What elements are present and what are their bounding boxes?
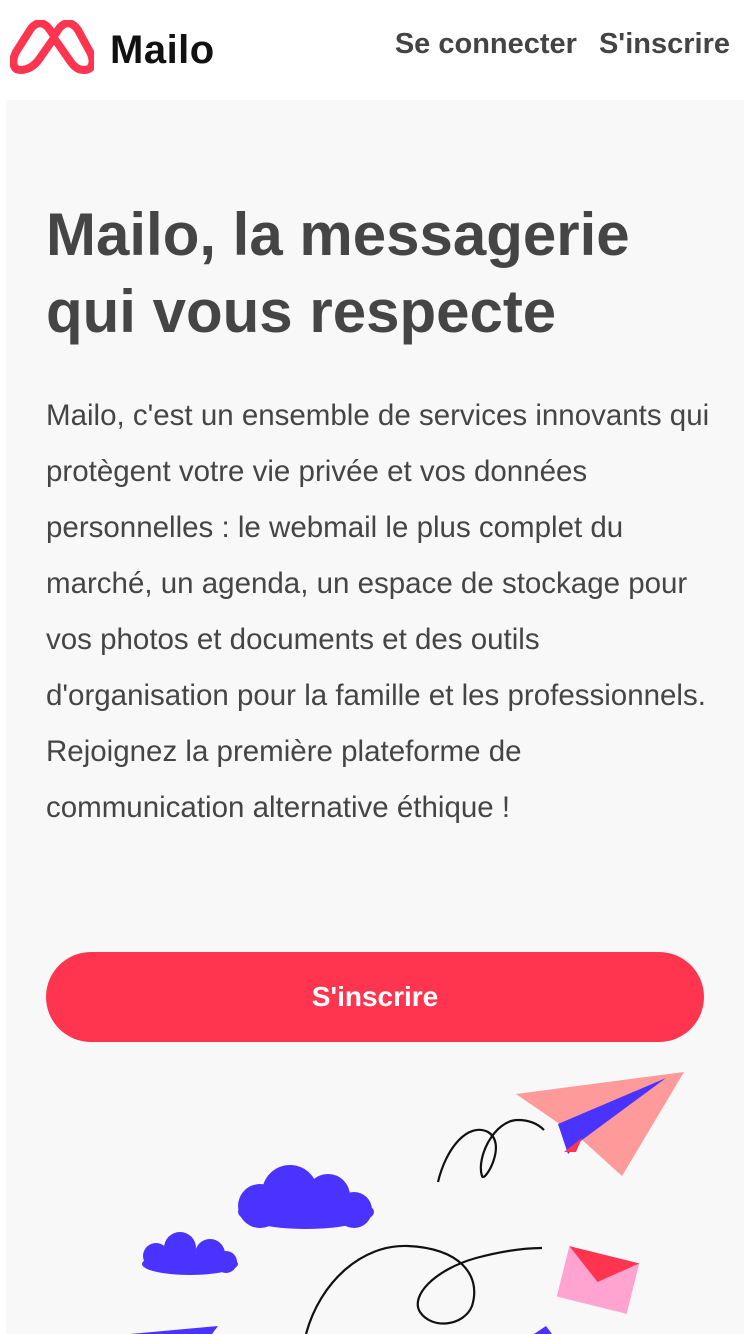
mailo-logo-icon <box>10 20 94 74</box>
purple-plane-icon <box>130 1326 218 1334</box>
hero-description: Mailo, c'est un ensemble de services inn… <box>46 399 710 824</box>
hero-section: Mailo, la messagerie qui vous respecte M… <box>6 100 744 1334</box>
brand-name: Mailo <box>110 27 215 72</box>
loop-line <box>304 1244 543 1334</box>
cloud-icon <box>238 1165 374 1229</box>
paper-plane-icon <box>516 1072 684 1176</box>
signup-button[interactable]: S'inscrire <box>46 952 704 1042</box>
top-nav: Se connecter S'inscrire <box>395 28 730 61</box>
small-cloud-icon <box>142 1232 238 1275</box>
top-header: Mailo Se connecter S'inscrire <box>0 0 750 100</box>
envelope-icon <box>556 1246 640 1314</box>
signup-link[interactable]: S'inscrire <box>599 28 730 61</box>
flight-path-line <box>436 1118 545 1183</box>
hero-title: Mailo, la messagerie qui vous respecte <box>46 201 630 345</box>
brand-logo[interactable]: Mailo <box>10 20 215 80</box>
login-link[interactable]: Se connecter <box>395 28 577 61</box>
purple-accent-shape <box>534 1326 552 1334</box>
hero-illustration <box>130 1072 684 1334</box>
